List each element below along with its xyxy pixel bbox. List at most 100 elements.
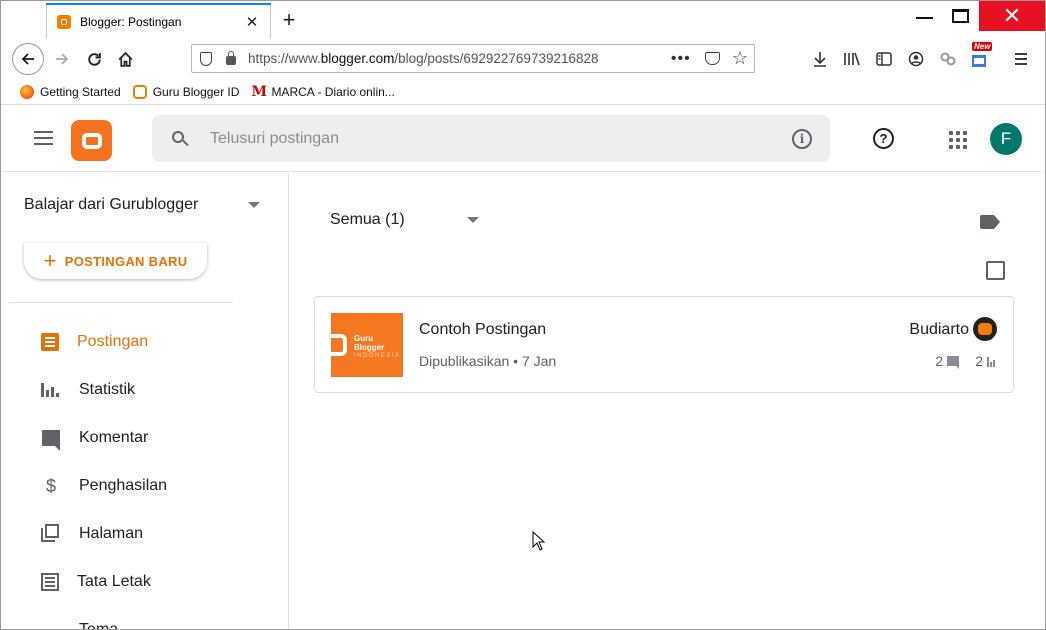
arrow-right-icon — [56, 53, 69, 65]
bookmarks-bar: Getting Started Guru Blogger ID M MARCA … — [1, 79, 1045, 105]
url-text[interactable]: https://www.blogger.com/blog/posts/69292… — [248, 51, 671, 66]
comment-icon — [42, 430, 60, 451]
search-bar: i — [152, 115, 830, 162]
mouse-cursor-icon — [532, 531, 546, 551]
search-input[interactable] — [210, 129, 792, 148]
chevron-down-icon — [248, 202, 260, 208]
sidebar-toggle-icon[interactable] — [874, 49, 894, 69]
reload-icon — [87, 52, 101, 66]
sidebar-item-label: Tema — [79, 621, 119, 630]
sidebar-item-label: Postingan — [77, 333, 149, 350]
arrow-left-icon — [21, 53, 34, 65]
filter-label: Semua (1) — [330, 211, 405, 228]
extension-link-icon[interactable] — [938, 49, 958, 69]
post-thumbnail: Guru Blogger INDONESIA — [331, 313, 403, 377]
bookmark-guru-blogger[interactable]: Guru Blogger ID — [132, 84, 240, 99]
post-card[interactable]: Guru Blogger INDONESIA Contoh Postingan … — [314, 296, 1014, 393]
sidebar-item-label: Tata Letak — [77, 573, 151, 590]
blogger-app: i ? F Balajar dari Gurublogger + POSTING… — [1, 106, 1045, 629]
tracking-shield-icon[interactable] — [200, 51, 212, 66]
new-tab-button[interactable]: + — [279, 7, 299, 33]
bookmark-star-icon[interactable]: ☆ — [732, 48, 748, 69]
sidebar-item-earnings[interactable]: $ Penghasilan — [41, 474, 167, 498]
divider — [9, 302, 233, 303]
firefox-icon — [20, 84, 34, 99]
tab-bar: Blogger: Postingan ✕ + ✕ — [1, 1, 1045, 38]
app-header: i ? F — [1, 106, 1041, 172]
marca-icon: M — [251, 83, 267, 100]
main-menu-icon[interactable] — [34, 131, 53, 145]
new-post-label: POSTINGAN BARU — [64, 253, 188, 269]
sidebar-item-layout[interactable]: Tata Letak — [41, 570, 151, 594]
new-post-button[interactable]: + POSTINGAN BARU — [24, 243, 207, 279]
downloads-icon[interactable] — [810, 49, 830, 69]
bookmark-label: Guru Blogger ID — [152, 84, 240, 99]
dollar-icon: $ — [45, 475, 56, 496]
sidebar-item-theme[interactable]: Tema — [41, 618, 119, 630]
post-stats: 2 2 — [935, 353, 995, 369]
browser-tab[interactable]: Blogger: Postingan ✕ — [46, 3, 271, 38]
thumb-text: Guru — [354, 334, 374, 343]
blogger-favicon-icon — [57, 14, 71, 29]
author-avatar — [973, 317, 997, 341]
blog-name: Balajar dari Gurublogger — [24, 196, 199, 213]
new-badge: New — [972, 42, 993, 51]
lock-icon[interactable] — [226, 51, 236, 65]
extension-new-icon[interactable]: New — [970, 42, 993, 69]
library-icon[interactable] — [842, 49, 862, 69]
sidebar-item-pages[interactable]: Halaman — [41, 522, 143, 546]
bookmark-label: Getting Started — [40, 84, 121, 99]
maximize-button[interactable] — [937, 1, 983, 31]
forward-button[interactable] — [47, 44, 77, 74]
sidebar-item-stats[interactable]: Statistik — [41, 378, 135, 402]
label-icon[interactable] — [980, 215, 1000, 229]
sidebar-item-label: Komentar — [79, 429, 149, 446]
back-button[interactable] — [12, 43, 44, 75]
posts-icon — [41, 333, 59, 351]
help-icon[interactable]: ? — [873, 128, 894, 149]
stats-icon — [41, 380, 61, 400]
reload-button[interactable] — [79, 44, 109, 74]
blogger-icon — [132, 84, 147, 99]
home-icon — [118, 51, 132, 67]
sidebar: Balajar dari Gurublogger + POSTINGAN BAR… — [1, 173, 289, 629]
blog-selector[interactable]: Balajar dari Gurublogger — [24, 195, 264, 215]
stats-icon — [987, 356, 995, 367]
sidebar-item-posts[interactable]: Postingan — [41, 330, 148, 354]
home-button[interactable] — [110, 44, 140, 74]
plus-icon: + — [43, 248, 57, 273]
apps-grid-icon[interactable] — [949, 131, 967, 149]
post-title[interactable]: Contoh Postingan — [419, 321, 546, 339]
comment-icon-wrap — [41, 428, 61, 451]
thumb-text: Blogger — [354, 343, 385, 352]
bookmark-label: MARCA - Diario onlin... — [271, 84, 395, 99]
avatar[interactable]: F — [990, 123, 1022, 155]
sidebar-item-label: Penghasilan — [79, 477, 168, 494]
info-icon[interactable]: i — [792, 128, 812, 149]
sidebar-item-comments[interactable]: Komentar — [41, 426, 149, 451]
post-status: Dipublikasikan • 7 Jan — [419, 353, 557, 369]
blogger-mark-icon — [331, 334, 347, 356]
address-bar[interactable]: https://www.blogger.com/blog/posts/69292… — [191, 44, 755, 73]
close-window-button[interactable]: ✕ — [979, 1, 1045, 31]
close-tab-icon[interactable]: ✕ — [244, 13, 260, 31]
page-actions-icon[interactable]: ••• — [671, 50, 695, 68]
tab-title: Blogger: Postingan — [80, 14, 182, 29]
account-icon[interactable] — [906, 49, 926, 69]
bookmark-getting-started[interactable]: Getting Started — [20, 84, 121, 99]
thumb-text: INDONESIA — [354, 353, 401, 359]
navigation-bar: https://www.blogger.com/blog/posts/69292… — [1, 39, 1045, 79]
post-filter-dropdown[interactable]: Semua (1) — [330, 211, 483, 229]
search-icon[interactable] — [172, 130, 188, 147]
theme-icon-wrap — [41, 620, 61, 629]
bookmark-marca[interactable]: M MARCA - Diario onlin... — [251, 84, 394, 100]
select-all-checkbox[interactable] — [986, 261, 1005, 280]
blogger-logo-icon[interactable] — [71, 120, 112, 161]
layout-icon — [41, 573, 59, 591]
sidebar-item-label: Statistik — [79, 381, 136, 398]
pocket-icon[interactable] — [704, 52, 720, 65]
chevron-down-icon — [466, 217, 479, 223]
menu-icon[interactable] — [1011, 49, 1031, 69]
browser-window: Blogger: Postingan ✕ + ✕ https://www.blo… — [0, 0, 1046, 630]
pages-icon — [41, 524, 61, 544]
